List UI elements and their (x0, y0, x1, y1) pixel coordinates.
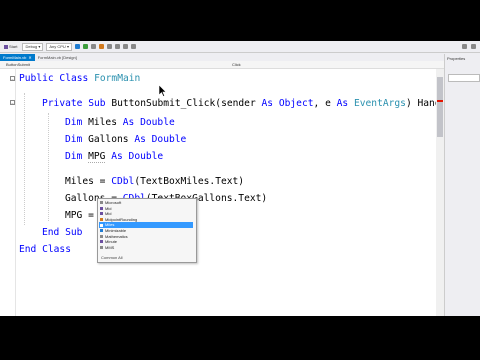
class-dropdown[interactable]: ButtonSubmit (6, 61, 30, 68)
intellisense-popup: Microsoft Mid Mid MidpointRounding Miles… (97, 198, 197, 263)
play-icon (4, 44, 8, 49)
class-name: FormMain (94, 73, 141, 84)
keyword: As Double (122, 117, 175, 128)
method-icon (100, 206, 103, 210)
tab-label: FormMain.vb (3, 55, 27, 60)
keyword: Dim (65, 151, 83, 162)
enum-icon (100, 218, 103, 222)
code-line-1: Public Class FormMain (19, 69, 140, 89)
mouse-cursor-icon (159, 85, 167, 97)
method-signature: ButtonSubmit_Click(sender (111, 98, 256, 109)
stop-icon[interactable] (90, 44, 96, 49)
variable: Gallons (88, 134, 129, 145)
argument: (TextBoxMiles.Text) (134, 176, 245, 187)
save-icon[interactable] (74, 44, 80, 49)
platform-dropdown[interactable]: Any CPU ▾ (46, 42, 72, 51)
keyword: As Double (134, 134, 187, 145)
type-name: Object (278, 98, 314, 109)
keyword: As (261, 98, 274, 109)
variable-icon (100, 223, 103, 227)
visual-studio-window: Start Debug ▾ Any CPU ▾ FormMain.vb ✕ Fo… (0, 41, 480, 316)
start-label: Start (9, 44, 18, 49)
keyword: As (336, 98, 349, 109)
document-tabs: FormMain.vb ✕ FormMain.vb [Design] (0, 54, 444, 61)
block-guide (48, 113, 49, 221)
close-icon[interactable]: ✕ (28, 54, 31, 61)
toolbar: Start Debug ▾ Any CPU ▾ (0, 41, 480, 53)
keyword: As Double (111, 151, 164, 162)
assignment: Miles = (65, 176, 112, 187)
member-dropdown-value: Click (232, 62, 241, 67)
variable: Miles (88, 117, 117, 128)
platform-value: Any CPU (49, 44, 66, 49)
namespace-icon (100, 234, 103, 238)
filter-tabs-label: Common All (101, 255, 123, 260)
keyword: End Sub (42, 227, 83, 238)
error-marker (437, 100, 443, 102)
properties-panel: Properties (444, 54, 480, 316)
method-icon (100, 212, 103, 216)
tab-formmain-vb[interactable]: FormMain.vb ✕ (0, 54, 35, 61)
code-line-2: Private Sub ButtonSubmit_Click(sender As… (42, 94, 444, 114)
type-name: EventArgs (353, 98, 406, 109)
comment-icon[interactable] (130, 44, 136, 49)
collapse-class-icon[interactable]: − (10, 76, 15, 82)
keyword: Dim (65, 134, 83, 145)
tab-label: FormMain.vb [Design] (37, 55, 77, 60)
run-icon[interactable] (82, 44, 88, 49)
method-icon (100, 240, 103, 244)
configuration-value: Debug (25, 44, 38, 49)
navigation-bar: ButtonSubmit Click (0, 61, 444, 69)
variable: MPG (88, 151, 106, 163)
pin-icon[interactable] (471, 44, 476, 49)
code-editor[interactable]: − − Public Class FormMain Private Sub Bu… (0, 69, 444, 316)
parameter: , e (313, 98, 331, 109)
namespace-icon (100, 201, 103, 205)
step-out-icon[interactable] (122, 44, 128, 49)
namespace-icon (100, 246, 103, 250)
breakpoint-icon[interactable] (98, 44, 104, 49)
start-button[interactable]: Start (2, 43, 19, 51)
vertical-scrollbar[interactable] (436, 69, 444, 316)
class-dropdown-value: ButtonSubmit (6, 62, 31, 67)
keyword: Public Class (19, 73, 89, 84)
completion-item[interactable]: MMS (99, 245, 193, 251)
editor-margin (15, 69, 16, 316)
member-dropdown[interactable]: Click (232, 61, 241, 68)
block-guide (24, 93, 25, 225)
collapse-sub-icon[interactable]: − (10, 100, 15, 106)
properties-selector[interactable] (448, 74, 480, 82)
tab-formmain-design[interactable]: FormMain.vb [Design] (35, 54, 80, 61)
step-into-icon[interactable] (114, 44, 120, 49)
keyword: Private Sub (42, 98, 106, 109)
search-icon[interactable] (462, 44, 467, 49)
scrollbar-thumb[interactable] (437, 77, 443, 137)
configuration-dropdown[interactable]: Debug ▾ (22, 42, 44, 51)
panel-title: Properties (447, 56, 466, 61)
keyword: Dim (65, 117, 83, 128)
completion-label: MMS (105, 244, 115, 250)
step-over-icon[interactable] (106, 44, 112, 49)
completion-filter-tabs[interactable]: Common All (99, 255, 195, 261)
code-line-10: End Class (19, 240, 71, 260)
property-icon (100, 229, 103, 233)
function-name: CDbl (111, 176, 135, 187)
keyword: End Class (19, 244, 71, 255)
code-line-5: Dim MPG As Double (65, 147, 163, 167)
